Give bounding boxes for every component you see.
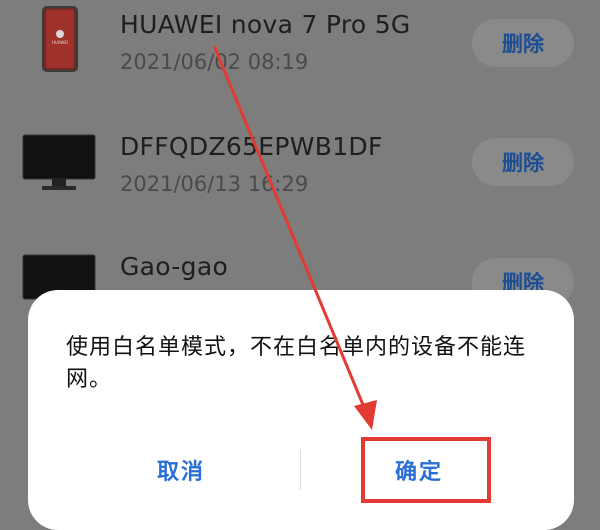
annotation-arrow [212,45,377,430]
